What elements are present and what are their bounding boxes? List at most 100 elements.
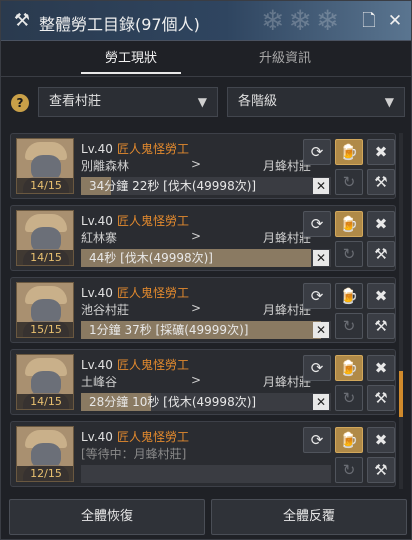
pickaxe-icon[interactable]: ⚒ <box>367 385 395 411</box>
recover-all-button[interactable]: 全體恢復 <box>9 499 205 535</box>
worker-card[interactable]: 14/15 Lv.40 匠人鬼怪勞工 紅林寨 > 月蜂村莊 44秒 [伐木(499… <box>10 205 396 271</box>
worker-card[interactable]: 12/15 Lv.40 匠人鬼怪勞工 [等待中：月蜂村莊] ⟳ 🍺 ✖ ↻ ⚒ <box>10 421 396 487</box>
worker-portrait: 15/15 <box>16 282 74 338</box>
speed-icon[interactable]: ⟳ <box>303 139 331 165</box>
task-progress-bar: 28分鐘 10秒 [伐木(49998次)] ✕ <box>81 393 331 411</box>
speed-icon[interactable]: ⟳ <box>303 211 331 237</box>
worker-title: Lv.40 匠人鬼怪勞工 <box>81 140 189 157</box>
worker-portrait: 14/15 <box>16 210 74 266</box>
worker-stamina: 14/15 <box>17 250 73 265</box>
grade-select-value: 各階級 <box>238 94 278 109</box>
task-progress-bar: 44秒 [伐木(49998次)] ✕ <box>81 249 331 267</box>
speed-icon[interactable]: ⟳ <box>303 283 331 309</box>
window-title: 整體勞工目錄(97個人) <box>39 15 200 34</box>
worker-portrait: 14/15 <box>16 138 74 194</box>
town-select[interactable]: 查看村莊 ▼ <box>38 87 218 117</box>
repeat-icon[interactable]: ↻ <box>335 313 363 339</box>
beer-mug-icon[interactable]: 🍺 <box>335 139 363 165</box>
worker-level: Lv.40 <box>81 430 113 444</box>
worker-list: 14/15 Lv.40 匠人鬼怪勞工 別離森林 > 月蜂村莊 34分鐘 22秒 [… <box>10 133 396 489</box>
worker-stamina: 12/15 <box>17 466 73 481</box>
repeat-icon[interactable]: ↻ <box>335 385 363 411</box>
worker-card[interactable]: 14/15 Lv.40 匠人鬼怪勞工 別離森林 > 月蜂村莊 34分鐘 22秒 [… <box>10 133 396 199</box>
worker-title: Lv.40 匠人鬼怪勞工 <box>81 284 189 301</box>
speed-icon[interactable]: ⟳ <box>303 355 331 381</box>
worker-title: Lv.40 匠人鬼怪勞工 <box>81 356 189 373</box>
cancel-task-icon[interactable]: ✕ <box>313 322 329 338</box>
task-text: 1分鐘 37秒 [採礦(49999次)] <box>89 323 249 337</box>
route-origin: 池谷村莊 <box>81 303 130 317</box>
pickaxe-icon[interactable]: ⚒ <box>367 457 395 483</box>
task-progress-bar: 1分鐘 37秒 [採礦(49999次)] ✕ <box>81 321 331 339</box>
worker-name: 匠人鬼怪勞工 <box>116 430 189 444</box>
pickaxe-icon[interactable]: ⚒ <box>367 169 395 195</box>
fire-worker-icon[interactable]: ✖ <box>367 211 395 237</box>
worker-route: 土峰谷 > 月蜂村莊 <box>81 373 311 389</box>
close-icon[interactable]: ✕ <box>384 10 406 32</box>
worker-stamina: 14/15 <box>17 394 73 409</box>
route-origin: 土峰谷 <box>81 375 118 389</box>
chevron-down-icon: ▼ <box>384 95 394 109</box>
worker-title: Lv.40 匠人鬼怪勞工 <box>81 428 189 445</box>
cancel-task-icon[interactable]: ✕ <box>313 250 329 266</box>
task-progress-bar <box>81 465 331 483</box>
beer-mug-icon[interactable]: 🍺 <box>335 427 363 453</box>
worker-pickaxe-icon: ⚒ <box>13 10 31 31</box>
beer-mug-icon[interactable]: 🍺 <box>335 211 363 237</box>
fire-worker-icon[interactable]: ✖ <box>367 283 395 309</box>
beer-mug-icon[interactable]: 🍺 <box>335 283 363 309</box>
worker-stamina: 14/15 <box>17 178 73 193</box>
town-select-value: 查看村莊 <box>49 94 102 109</box>
repeat-icon[interactable]: ↻ <box>335 241 363 267</box>
fire-worker-icon[interactable]: ✖ <box>367 427 395 453</box>
repeat-icon[interactable]: ↻ <box>335 169 363 195</box>
route-origin: 別離森林 <box>81 159 130 173</box>
fire-worker-icon[interactable]: ✖ <box>367 139 395 165</box>
grade-select[interactable]: 各階級 ▼ <box>227 87 405 117</box>
worker-name: 匠人鬼怪勞工 <box>116 358 189 372</box>
worker-waiting-status: [等待中：月蜂村莊] <box>81 445 311 461</box>
cancel-task-icon[interactable]: ✕ <box>313 394 329 410</box>
document-icon[interactable]: 🗋 <box>358 10 380 32</box>
worker-name: 匠人鬼怪勞工 <box>116 286 189 300</box>
pickaxe-icon[interactable]: ⚒ <box>367 241 395 267</box>
worker-card[interactable]: 15/15 Lv.40 匠人鬼怪勞工 池谷村莊 > 月蜂村莊 1分鐘 37秒 [採… <box>10 277 396 343</box>
pickaxe-icon[interactable]: ⚒ <box>367 313 395 339</box>
speed-icon[interactable]: ⟳ <box>303 427 331 453</box>
chevron-down-icon: ▼ <box>197 95 207 109</box>
beer-mug-icon[interactable]: 🍺 <box>335 355 363 381</box>
worker-list-window: ❄❄❄ ⚒ 整體勞工目錄(97個人) 🗋 ✕ 勞工現狀 升級資訊 ? 查看村莊 … <box>0 0 412 540</box>
route-separator: > <box>191 229 202 243</box>
worker-level: Lv.40 <box>81 142 113 156</box>
repeat-all-button[interactable]: 全體反覆 <box>211 499 407 535</box>
cancel-task-icon[interactable]: ✕ <box>313 178 329 194</box>
worker-name: 匠人鬼怪勞工 <box>116 214 189 228</box>
scrollbar-track[interactable] <box>399 133 403 489</box>
tab-bar: 勞工現狀 升級資訊 <box>1 41 411 77</box>
worker-portrait: 12/15 <box>16 426 74 482</box>
worker-portrait: 14/15 <box>16 354 74 410</box>
worker-route: 別離森林 > 月蜂村莊 <box>81 157 311 173</box>
task-text: 28分鐘 10秒 [伐木(49998次)] <box>89 395 257 409</box>
route-origin: 紅林寨 <box>81 231 118 245</box>
worker-name: 匠人鬼怪勞工 <box>116 142 189 156</box>
repeat-icon[interactable]: ↻ <box>335 457 363 483</box>
fire-worker-icon[interactable]: ✖ <box>367 355 395 381</box>
scrollbar-thumb[interactable] <box>399 371 403 417</box>
worker-title: Lv.40 匠人鬼怪勞工 <box>81 212 189 229</box>
worker-stamina: 15/15 <box>17 322 73 337</box>
worker-level: Lv.40 <box>81 214 113 228</box>
route-separator: > <box>191 157 202 171</box>
tab-worker-status[interactable]: 勞工現狀 <box>71 41 191 77</box>
snowflake-decoration: ❄❄❄ <box>261 4 344 37</box>
title-bar[interactable]: ❄❄❄ ⚒ 整體勞工目錄(97個人) 🗋 ✕ <box>1 1 411 41</box>
tab-upgrade-info[interactable]: 升級資訊 <box>225 41 345 77</box>
worker-level: Lv.40 <box>81 286 113 300</box>
help-icon[interactable]: ? <box>11 94 29 112</box>
worker-route: 池谷村莊 > 月蜂村莊 <box>81 301 311 317</box>
worker-card[interactable]: 14/15 Lv.40 匠人鬼怪勞工 土峰谷 > 月蜂村莊 28分鐘 10秒 [伐… <box>10 349 396 415</box>
route-separator: > <box>191 301 202 315</box>
task-text: 44秒 [伐木(49998次)] <box>89 251 213 265</box>
route-separator: > <box>191 373 202 387</box>
worker-level: Lv.40 <box>81 358 113 372</box>
